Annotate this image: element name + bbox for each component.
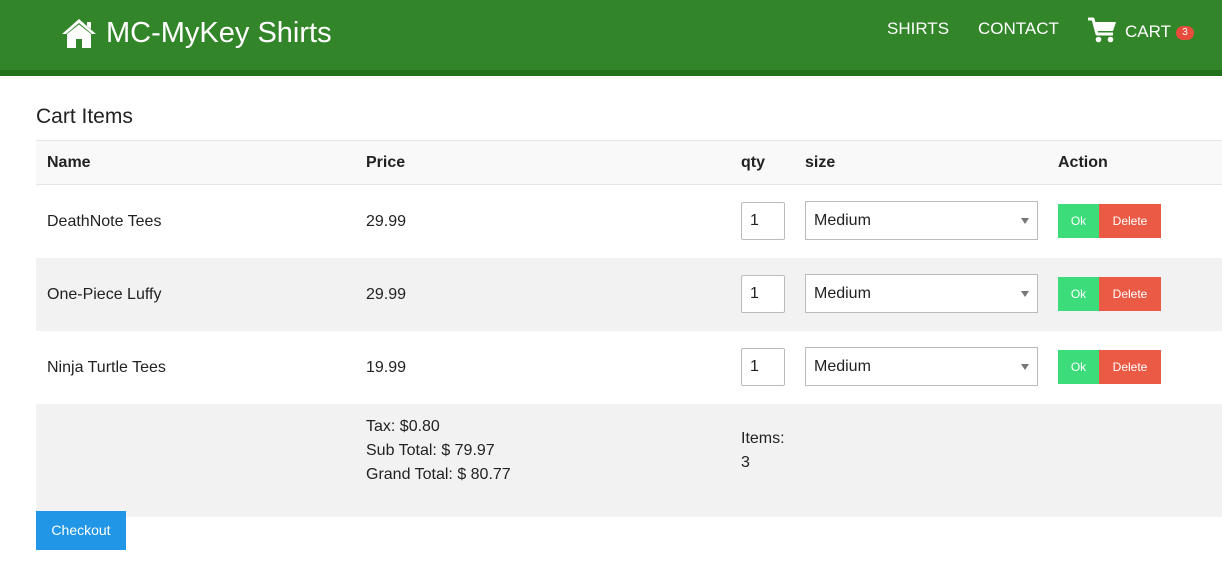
nav-contact-link[interactable]: CONTACT (978, 19, 1059, 39)
item-price: 19.99 (355, 331, 730, 404)
totals-cell: Tax: $0.80 Sub Total: $ 79.97 Grand Tota… (355, 404, 730, 517)
size-select-value: Medium (814, 212, 871, 229)
table-row: Ninja Turtle Tees 19.99 Medium OkDelete (36, 331, 1222, 404)
item-name: One-Piece Luffy (36, 258, 355, 331)
caret-down-icon (1021, 364, 1029, 370)
table-header-row: Name Price qty size Action (36, 140, 1222, 185)
header-price: Price (355, 140, 730, 185)
brand-title: MC-MyKey Shirts (106, 17, 332, 49)
items-count: 3 (741, 454, 750, 471)
cart-table-container: Name Price qty size Action DeathNote Tee… (36, 140, 1222, 517)
size-select-value: Medium (814, 285, 871, 302)
delete-button[interactable]: Delete (1099, 203, 1161, 238)
summary-empty-cell (36, 404, 355, 517)
ok-button[interactable]: Ok (1058, 203, 1099, 238)
page-title: Cart Items (36, 105, 133, 128)
caret-down-icon (1021, 218, 1029, 224)
size-select-value: Medium (814, 358, 871, 375)
item-name: DeathNote Tees (36, 184, 355, 258)
checkout-button[interactable]: Checkout (36, 511, 126, 550)
size-select[interactable]: Medium (805, 274, 1038, 313)
cart-label: CART (1125, 21, 1171, 41)
action-buttons: Ok Delete (1058, 276, 1222, 311)
shopping-cart-icon (1087, 16, 1118, 49)
header-size: size (794, 140, 1047, 185)
sub-total-text: Sub Total: $ 79.97 (366, 442, 495, 459)
header-name: Name (36, 140, 355, 185)
caret-down-icon (1021, 291, 1029, 297)
cart-count-badge: 3 (1175, 26, 1194, 40)
summary-row: Tax: $0.80 Sub Total: $ 79.97 Grand Tota… (36, 404, 1222, 517)
qty-input[interactable] (741, 274, 785, 313)
action-buttons: Ok Delete (1058, 349, 1222, 384)
action-buttons: Ok Delete (1058, 203, 1222, 238)
size-select[interactable]: Medium (805, 347, 1038, 386)
delete-button[interactable]: Delete (1099, 276, 1161, 311)
header-qty: qty (730, 140, 794, 185)
ok-button[interactable]: Ok (1058, 276, 1099, 311)
size-select[interactable]: Medium (805, 201, 1038, 240)
brand-link[interactable]: MC-MyKey Shirts (61, 16, 332, 50)
items-label: Items: (741, 430, 785, 447)
item-name: Ninja Turtle Tees (36, 331, 355, 404)
nav-cart-link[interactable]: CART 3 (1087, 16, 1194, 49)
nav-shirts-link[interactable]: SHIRTS (887, 19, 949, 39)
grand-total-text: Grand Total: $ 80.77 (366, 466, 511, 483)
delete-button[interactable]: Delete (1099, 349, 1161, 384)
qty-input[interactable] (741, 347, 785, 386)
cart-table: Name Price qty size Action DeathNote Tee… (36, 140, 1222, 517)
table-row: DeathNote Tees 29.99 Medium OkDelete (36, 184, 1222, 258)
home-icon (61, 17, 97, 49)
tax-text: Tax: $0.80 (366, 418, 440, 435)
ok-button[interactable]: Ok (1058, 349, 1099, 384)
navbar: MC-MyKey Shirts SHIRTS CONTACT CART 3 (0, 0, 1222, 76)
item-price: 29.99 (355, 184, 730, 258)
table-row: One-Piece Luffy 29.99 Medium OkDelete (36, 258, 1222, 331)
qty-input[interactable] (741, 201, 785, 240)
items-cell: Items: 3 (730, 404, 1222, 517)
header-action: Action (1047, 140, 1222, 185)
item-price: 29.99 (355, 258, 730, 331)
